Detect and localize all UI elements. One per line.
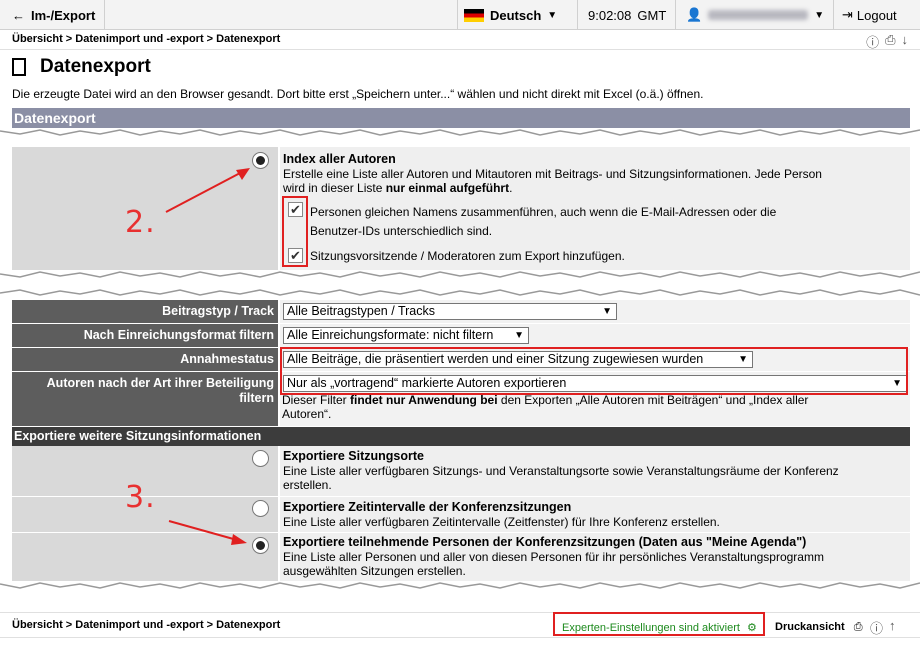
format-select[interactable]: Alle Einreichungsformate: nicht filtern ▼ — [283, 327, 529, 344]
clock: 9:02:08 GMT — [577, 0, 675, 30]
chevron-down-icon: ▼ — [602, 306, 612, 317]
agenda-participants-desc: Eine Liste aller Personen und aller von … — [283, 550, 824, 578]
desc-bold: nur einmal aufgeführt — [385, 181, 510, 195]
filter-label-author-role-line1: Autoren nach der Art ihrer Beteiligung — [46, 376, 274, 390]
track-select[interactable]: Alle Beitragstypen / Tracks ▼ — [283, 303, 617, 320]
annotation-arrow-3 — [168, 520, 247, 545]
merge-names-line1: Personen gleichen Namens zusammenführen,… — [310, 205, 777, 219]
merge-names-line2: Benutzer-IDs unterschiedlich sind. — [310, 224, 493, 238]
user-icon: 👤 — [686, 7, 703, 22]
chevron-down-icon: ▼ — [514, 330, 524, 341]
footer-actions: ⓘ ↑ — [870, 618, 896, 637]
footer-bar: Übersicht > Datenimport und -export > Da… — [0, 612, 920, 638]
print-icon: ⎙ — [853, 621, 863, 633]
filter-label-format: Nach Einreichungsformat filtern — [12, 324, 278, 347]
arrow-up-icon[interactable]: ↑ — [889, 618, 896, 637]
agenda-participants-desc-line2: ausgewählten Sitzungen erstellen. — [283, 564, 466, 578]
filter-label-author-role-line2: filtern — [239, 391, 274, 405]
german-flag-icon — [464, 8, 484, 22]
filter-label-track: Beitragstyp / Track — [12, 300, 278, 323]
filter-label-acceptance: Annahmestatus — [12, 348, 278, 371]
breadcrumb-actions: ⓘ ⎙ ↓ — [866, 32, 908, 51]
filter-highlight-box — [280, 347, 908, 395]
merge-names-label: Personen gleichen Namens zusammenführen,… — [310, 203, 776, 241]
clock-timezone: GMT — [637, 7, 667, 23]
page-title: Datenexport — [12, 56, 151, 78]
arrow-down-icon[interactable]: ↓ — [902, 32, 909, 51]
logout-icon: ⇥ — [842, 7, 853, 22]
annotation-step-3: 3. — [125, 480, 156, 515]
filter-row-format: Alle Einreichungsformate: nicht filtern ▼ — [280, 324, 910, 347]
session-locations-radio[interactable] — [252, 450, 269, 467]
chevron-down-icon: ▼ — [547, 9, 558, 21]
desc-post: . — [509, 181, 513, 195]
time-intervals-desc: Eine Liste aller verfügbaren Zeitinterva… — [283, 515, 720, 529]
print-view-link[interactable]: Druckansicht ⎙ — [775, 621, 863, 634]
add-moderators-label: Sitzungsvorsitzende / Moderatoren zum Ex… — [310, 249, 625, 263]
filter-label-author-role: Autoren nach der Art ihrer Beteiligung f… — [12, 372, 278, 426]
index-option-desc-line2: wird in dieser Liste nur einmal aufgefüh… — [283, 181, 822, 195]
divider — [12, 532, 910, 533]
footer-breadcrumb[interactable]: Übersicht > Datenimport und -export > Da… — [12, 619, 280, 631]
agenda-participants-desc-line1: Eine Liste aller Personen und aller von … — [283, 550, 824, 564]
filter-note-bold: findet nur Anwendung bei — [350, 393, 498, 407]
torn-edge — [0, 271, 920, 278]
annotation-arrow-2 — [165, 168, 250, 213]
back-button[interactable]: ← Im-/Export — [0, 0, 105, 30]
document-export-icon — [12, 58, 26, 76]
expert-highlight-box — [553, 612, 765, 636]
page-title-text: Datenexport — [40, 56, 151, 77]
section-header-datenexport: Datenexport — [12, 108, 910, 128]
checkbox-highlight-box — [282, 196, 308, 267]
language-label: Deutsch — [490, 7, 542, 23]
filter-note-line2: Autoren“. — [282, 407, 332, 421]
agenda-participants-title: Exportiere teilnehmende Personen der Kon… — [283, 535, 807, 549]
breadcrumb-bar: Übersicht > Datenimport und -export > Da… — [0, 30, 920, 50]
torn-edge — [0, 129, 920, 136]
back-label: Im-/Export — [31, 7, 96, 23]
index-option-desc-line1: Erstelle eine Liste aller Autoren und Mi… — [283, 167, 822, 181]
filter-note-line1: Dieser Filter findet nur Anwendung bei d… — [282, 393, 808, 407]
author-role-filter-note: Dieser Filter findet nur Anwendung bei d… — [282, 393, 808, 421]
filter-row-track: Alle Beitragstypen / Tracks ▼ — [280, 300, 910, 323]
index-option-title: Index aller Autoren — [283, 152, 396, 166]
help-icon[interactable]: ⓘ — [866, 32, 879, 51]
session-locations-desc: Eine Liste aller verfügbaren Sitzungs- u… — [283, 464, 839, 492]
torn-edge — [0, 289, 920, 296]
track-select-value: Alle Beitragstypen / Tracks — [287, 304, 435, 318]
desc-pre: wird in dieser Liste — [283, 181, 386, 195]
arrow-left-icon: ← — [12, 7, 25, 23]
chevron-down-icon: ▼ — [814, 9, 825, 21]
intro-text: Die erzeugte Datei wird an den Browser g… — [12, 87, 704, 101]
session-locations-desc-line2: erstellen. — [283, 478, 332, 492]
session-locations-desc-line1: Eine Liste aller verfügbaren Sitzungs- u… — [283, 464, 839, 478]
filter-note-post: den Exporten „Alle Autoren mit Beiträgen… — [497, 393, 809, 407]
time-intervals-title: Exportiere Zeitintervalle der Konferenzs… — [283, 500, 572, 514]
torn-edge — [0, 582, 920, 589]
user-menu[interactable]: 👤 ▼ — [675, 0, 833, 30]
logout-label: Logout — [856, 7, 897, 23]
breadcrumb[interactable]: Übersicht > Datenimport und -export > Da… — [12, 33, 280, 45]
format-select-value: Alle Einreichungsformate: nicht filtern — [287, 328, 494, 342]
index-option-desc: Erstelle eine Liste aller Autoren und Mi… — [283, 167, 822, 195]
top-bar: ← Im-/Export Deutsch ▼ 9:02:08 GMT 👤 ▼ ⇥… — [0, 0, 920, 30]
session-locations-title: Exportiere Sitzungsorte — [283, 449, 424, 463]
annotation-step-2: 2. — [125, 205, 156, 240]
print-icon[interactable]: ⎙ — [885, 32, 895, 51]
logout-button[interactable]: ⇥ Logout — [833, 0, 920, 30]
filter-note-pre: Dieser Filter — [282, 393, 351, 407]
language-selector[interactable]: Deutsch ▼ — [457, 0, 577, 30]
user-name-redacted — [708, 10, 809, 20]
help-icon[interactable]: ⓘ — [870, 618, 883, 637]
session-section-header: Exportiere weitere Sitzungsinformationen — [12, 427, 910, 446]
clock-time: 9:02:08 — [588, 7, 632, 23]
print-view-label: Druckansicht — [775, 621, 845, 633]
